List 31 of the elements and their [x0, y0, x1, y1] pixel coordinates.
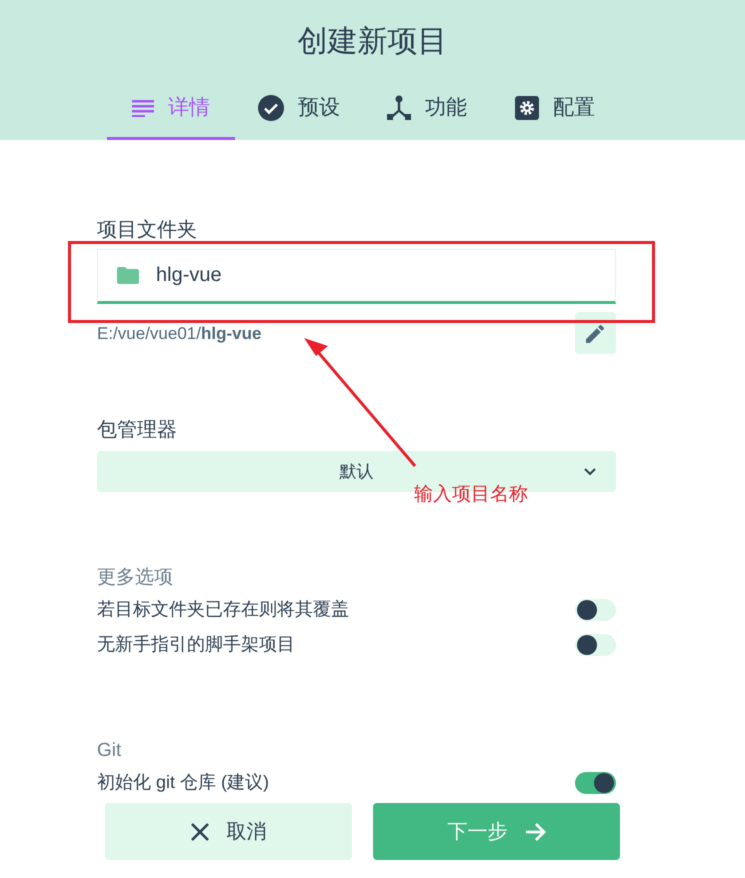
gear-icon — [515, 96, 539, 120]
folder-path: E:/vue/vue01/hlg-vue — [97, 323, 262, 345]
list-icon — [132, 99, 154, 117]
tab-label: 配置 — [553, 95, 595, 122]
close-icon — [190, 822, 208, 840]
tab-label: 预设 — [298, 95, 340, 122]
option-label: 若目标文件夹已存在则将其覆盖 — [97, 598, 349, 621]
tab[interactable]: 功能 — [363, 81, 491, 140]
field-label: 项目文件夹 — [97, 218, 198, 243]
tab[interactable]: 配置 — [491, 81, 619, 140]
toggle-switch[interactable] — [575, 634, 616, 656]
toggle-switch[interactable] — [575, 598, 616, 620]
toggle-switch[interactable] — [575, 772, 616, 794]
option-label: 初始化 git 仓库 (建议) — [97, 771, 270, 794]
option-label: 无新手指引的脚手架项目 — [97, 633, 295, 656]
page-title: 创建新项目 — [298, 24, 448, 60]
field-label: 包管理器 — [97, 418, 178, 443]
chevron-down-icon — [584, 468, 596, 476]
section-heading: 更多选项 — [97, 566, 174, 590]
tab-label: 详情 — [168, 95, 210, 122]
section-heading: Git — [97, 739, 122, 763]
check-circle-icon — [258, 95, 284, 121]
pencil-icon — [586, 324, 605, 342]
tab[interactable]: 预设 — [235, 81, 363, 140]
folder-name-field[interactable]: hlg-vue — [97, 249, 616, 304]
tab-label: 功能 — [425, 95, 467, 122]
folder-icon — [117, 267, 139, 284]
fork-icon — [387, 95, 411, 121]
arrow-right-icon — [526, 822, 546, 842]
cancel-button[interactable]: 取消 — [105, 803, 352, 860]
edit-button[interactable] — [575, 312, 616, 354]
